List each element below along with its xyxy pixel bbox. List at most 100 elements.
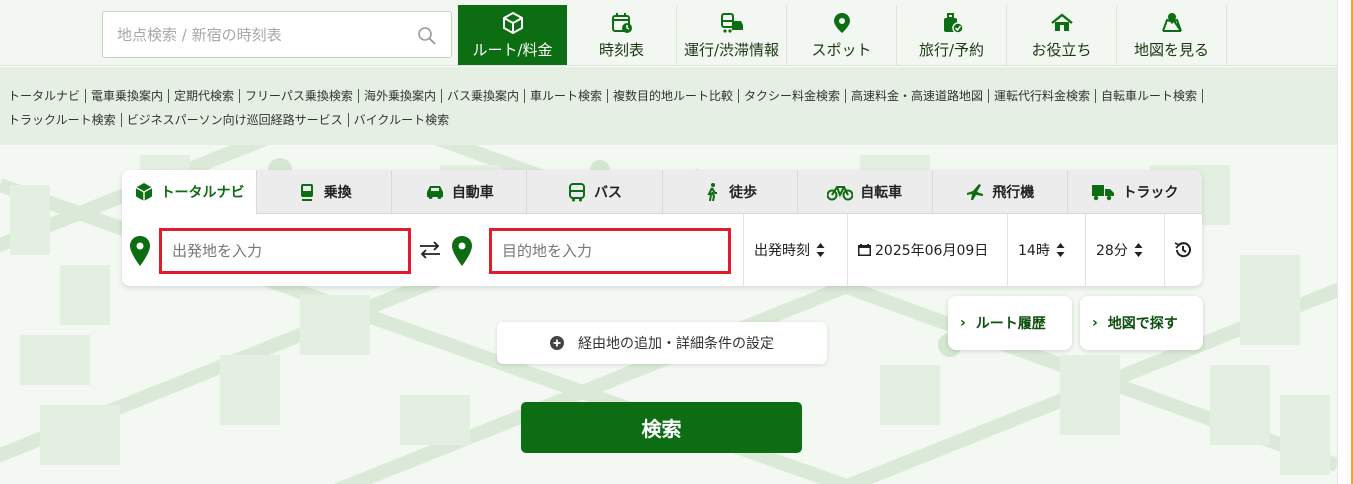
tab-total-navi[interactable]: トータルナビ <box>122 170 258 214</box>
sublink-designated-driver[interactable]: 運転代行料金検索 <box>994 89 1097 103</box>
box-icon <box>134 182 154 202</box>
route-box-icon <box>501 11 525 35</box>
tab-label: 乗換 <box>323 184 352 201</box>
tab-bicycle[interactable]: 自転車 <box>797 170 933 214</box>
add-waypoint-label: 経由地の追加・詳細条件の設定 <box>578 336 774 352</box>
plus-circle-icon <box>550 336 564 350</box>
bicycle-icon <box>826 182 854 202</box>
spot-search-input[interactable] <box>103 12 413 57</box>
tab-label: 飛行機 <box>992 184 1035 201</box>
origin-field[interactable] <box>159 228 411 274</box>
sublink-bike[interactable]: バイクルート検索 <box>354 113 454 127</box>
updown-arrow-icon <box>1056 243 1065 257</box>
tab-walk[interactable]: 徒歩 <box>662 170 798 214</box>
spot-search-box[interactable] <box>102 11 452 58</box>
tab-car[interactable]: 自動車 <box>392 170 528 214</box>
sublink-bicycle[interactable]: 自転車ルート検索 <box>1101 89 1204 103</box>
truck-icon <box>1091 182 1115 202</box>
transport-tabs: トータルナビ 乗換 自動車 バス 徒歩 自転車 飛行機 トラック <box>122 170 1202 214</box>
sublink-free-pass[interactable]: フリーパス乗換検索 <box>245 89 359 103</box>
nav-label: 運行/渋滞情報 <box>683 41 780 59</box>
destination-field[interactable] <box>489 228 731 274</box>
plane-icon <box>965 182 985 202</box>
nav-spot[interactable]: スポット <box>787 5 897 65</box>
origin-input[interactable] <box>162 231 408 271</box>
chevron-right-icon: › <box>960 315 966 331</box>
nav-timetable[interactable]: 時刻表 <box>567 5 677 65</box>
history-button[interactable] <box>1164 214 1202 286</box>
destination-pin-icon <box>452 236 472 266</box>
sublink-multi-destination[interactable]: 複数目的地ルート比較 <box>612 89 739 103</box>
route-history-button[interactable]: › ルート履歴 <box>948 296 1072 350</box>
date-select[interactable]: 2025年06月09日 <box>847 214 1007 286</box>
sublink-car-route[interactable]: 車ルート検索 <box>529 89 608 103</box>
map-pin-icon <box>1160 11 1184 35</box>
train-icon <box>297 182 317 202</box>
chevron-right-icon: › <box>1092 315 1098 331</box>
sub-links: トータルナビ 電車乗換案内 定期代検索 フリーパス乗換検索 海外乗換案内 バス乗換案内 車ル… <box>0 67 1337 145</box>
tab-plane[interactable]: 飛行機 <box>932 170 1068 214</box>
main-nav: ルート/料金 時刻表 運行/渋滞情報 スポット 旅行/予約 お役立ち 地図を見る <box>458 5 1227 65</box>
tab-label: 徒歩 <box>729 184 758 201</box>
origin-pin-icon <box>130 236 150 266</box>
updown-arrow-icon <box>816 243 825 257</box>
time-mode-value: 出発時刻 <box>754 243 810 259</box>
add-waypoint-button[interactable]: 経由地の追加・詳細条件の設定 <box>497 322 827 364</box>
tab-label: 自転車 <box>860 184 903 201</box>
nav-route-fare[interactable]: ルート/料金 <box>458 5 567 65</box>
sublink-highway[interactable]: 高速料金・高速道路地図 <box>851 89 990 103</box>
minute-value: 28分 <box>1096 243 1128 259</box>
nav-service-info[interactable]: 運行/渋滞情報 <box>677 5 787 65</box>
nav-label: スポット <box>811 41 872 59</box>
sublink-bus[interactable]: バス乗換案内 <box>446 89 525 103</box>
updown-arrow-icon <box>1134 243 1143 257</box>
destination-input[interactable] <box>492 231 728 271</box>
calendar-clock-icon <box>610 11 634 35</box>
pin-icon <box>830 11 854 35</box>
sublink-taxi[interactable]: タクシー料金検索 <box>744 89 847 103</box>
nav-travel[interactable]: 旅行/予約 <box>897 5 1007 65</box>
tab-truck[interactable]: トラック <box>1067 170 1202 214</box>
house-icon <box>1050 11 1074 35</box>
map-search-label: 地図で探す <box>1107 316 1178 332</box>
hour-value: 14時 <box>1018 243 1050 259</box>
swap-icon[interactable] <box>418 240 442 260</box>
route-history-label: ルート履歴 <box>975 316 1046 332</box>
train-car-icon <box>720 11 744 35</box>
search-button-label: 検索 <box>641 417 682 441</box>
nav-label: お役立ち <box>1031 41 1092 59</box>
map-search-button[interactable]: › 地図で探す <box>1080 296 1203 350</box>
nav-label: 地図を見る <box>1133 41 1209 59</box>
nav-label: 旅行/予約 <box>918 41 985 59</box>
minute-select[interactable]: 28分 <box>1085 214 1164 286</box>
tab-bus[interactable]: バス <box>527 170 663 214</box>
route-search-panel: トータルナビ 乗換 自動車 バス 徒歩 自転車 飛行機 トラック 出発地を入力 … <box>122 170 1202 286</box>
tab-label: バス <box>593 184 622 201</box>
tab-label: 自動車 <box>451 184 494 201</box>
tab-label: トラック <box>1122 184 1179 201</box>
sublink-truck[interactable]: トラックルート検索 <box>8 113 122 127</box>
tab-transit[interactable]: 乗換 <box>257 170 393 214</box>
nav-label: 時刻表 <box>598 41 644 59</box>
sub-links-row-1: トータルナビ 電車乗換案内 定期代検索 フリーパス乗換検索 海外乗換案内 バス乗換案内 車ル… <box>8 84 1337 108</box>
sublink-overseas[interactable]: 海外乗換案内 <box>363 89 442 103</box>
search-icon[interactable] <box>417 26 437 46</box>
time-mode-select[interactable]: 出発時刻 <box>743 214 847 286</box>
sublink-commuter-pass[interactable]: 定期代検索 <box>174 89 241 103</box>
walk-icon <box>702 182 722 202</box>
sub-links-row-2: トラックルート検索 ビジネスパーソン向け巡回経路サービス バイクルート検索 <box>8 108 1337 132</box>
nav-map[interactable]: 地図を見る <box>1117 5 1227 65</box>
page-scrollbar[interactable] <box>1337 0 1353 484</box>
tab-label: トータルナビ <box>160 185 245 201</box>
history-icon <box>1174 242 1191 258</box>
calendar-icon <box>858 244 871 256</box>
sublink-train[interactable]: 電車乗換案内 <box>91 89 170 103</box>
search-button[interactable]: 検索 <box>521 402 802 453</box>
date-value: 2025年06月09日 <box>875 243 989 259</box>
hour-select[interactable]: 14時 <box>1007 214 1085 286</box>
nav-label: ルート/料金 <box>472 41 553 59</box>
search-form-row: 出発時刻 2025年06月09日 14時 28分 <box>122 214 1202 286</box>
sublink-total-navi[interactable]: トータルナビ <box>8 89 87 103</box>
nav-useful[interactable]: お役立ち <box>1007 5 1117 65</box>
sublink-business-patrol[interactable]: ビジネスパーソン向け巡回経路サービス <box>126 113 349 127</box>
